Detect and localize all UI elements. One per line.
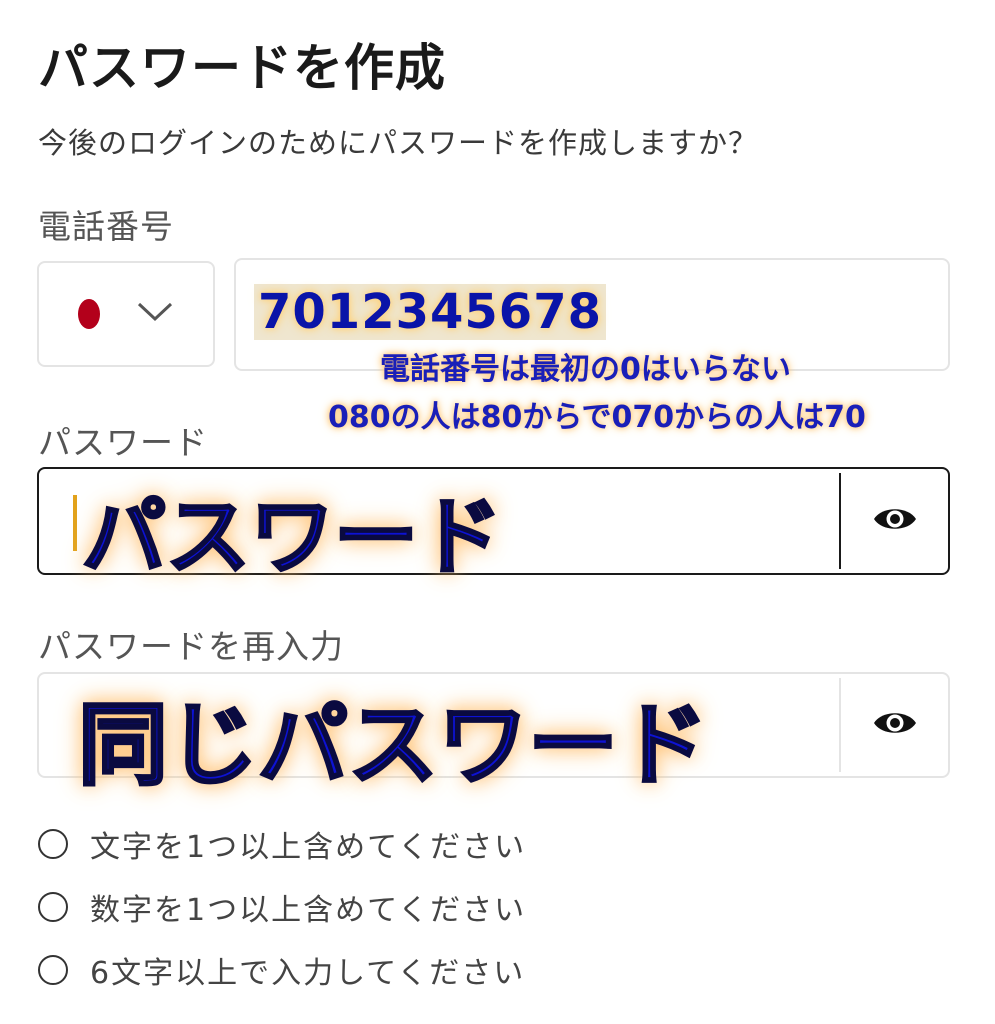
country-selector[interactable] xyxy=(37,261,215,367)
radio-circle-icon xyxy=(38,892,68,922)
radio-circle-icon xyxy=(38,829,68,859)
rule-text: 文字を1つ以上含めてください xyxy=(90,830,527,865)
password-overlay-annotation: パスワード xyxy=(80,487,503,588)
annotation-note-1: 電話番号は最初の0はいらない xyxy=(380,352,791,387)
rule-text: 数字を1つ以上含めてください xyxy=(90,893,527,928)
chevron-down-icon xyxy=(136,301,174,327)
phone-label: 電話番号 xyxy=(38,207,174,246)
text-caret xyxy=(73,495,77,551)
rule-length: 6文字以上で入力してください xyxy=(38,948,525,992)
rule-number: 数字を1つ以上含めてください xyxy=(38,885,526,929)
annotation-note-2: 080の人は80からで070からの人は70 xyxy=(328,400,866,435)
japan-flag-icon xyxy=(78,299,100,329)
eye-icon xyxy=(872,707,918,743)
password-label: パスワード xyxy=(38,423,208,462)
rule-letter: 文字を1つ以上含めてください xyxy=(38,822,526,866)
show-password-button[interactable] xyxy=(841,469,948,573)
confirm-overlay-annotation: 同じパスワード xyxy=(77,692,710,800)
confirm-label: パスワードを再入力 xyxy=(38,627,344,666)
radio-circle-icon xyxy=(38,955,68,985)
phone-value: 7012345678 xyxy=(254,284,606,340)
rule-text: 6文字以上で入力してください xyxy=(90,956,526,991)
eye-icon xyxy=(872,503,918,539)
show-confirm-password-button[interactable] xyxy=(841,674,948,776)
page-title: パスワードを作成 xyxy=(38,39,446,97)
page-subtitle: 今後のログインのためにパスワードを作成しますか？ xyxy=(38,126,759,160)
